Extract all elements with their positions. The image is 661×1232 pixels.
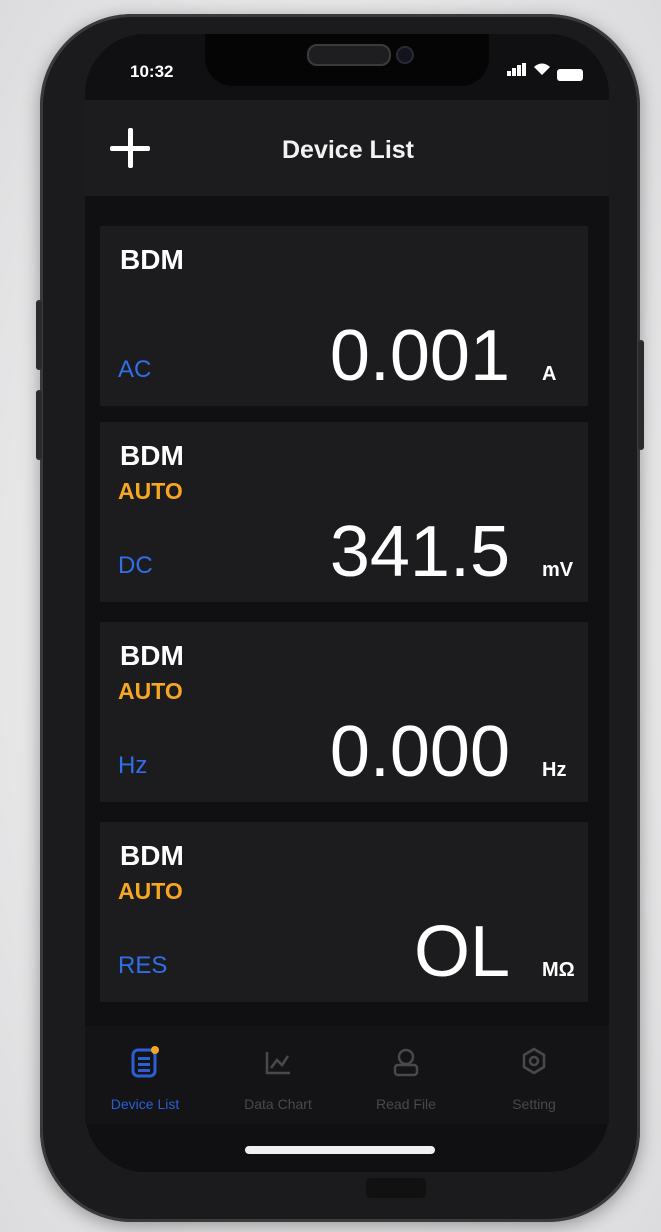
device-name: BDM (120, 640, 184, 671)
range-badge: AUTO (118, 478, 183, 504)
measure-mode: RES (118, 952, 168, 979)
chart-icon (263, 1046, 293, 1078)
volume-button (36, 390, 42, 460)
charging-port (366, 1178, 426, 1198)
reading-unit: A (542, 363, 557, 385)
device-card[interactable]: BDM AUTO DC 341.5 mV (100, 422, 588, 602)
tab-data-chart[interactable]: Data Chart (218, 1030, 338, 1120)
add-device-button[interactable] (108, 126, 154, 172)
device-list-icon (130, 1046, 160, 1078)
power-button (638, 340, 644, 450)
reading-unit: mV (542, 559, 574, 581)
reading-unit: Hz (542, 759, 567, 781)
wifi-icon (533, 63, 551, 81)
tab-label: Data Chart (244, 1096, 312, 1112)
reading-value: OL (413, 912, 510, 992)
tab-setting[interactable]: Setting (474, 1030, 594, 1120)
battery-icon (557, 69, 583, 81)
earpiece-speaker (307, 44, 391, 66)
signal-icon (507, 63, 527, 81)
reading-unit: MΩ (542, 959, 575, 981)
reading-value: 0.000 (329, 712, 510, 792)
range-badge: AUTO (118, 878, 183, 904)
device-card[interactable]: BDM AUTO RES OL MΩ (100, 822, 588, 1002)
tab-device-list[interactable]: Device List (85, 1030, 205, 1120)
device-name: BDM (120, 440, 184, 471)
measure-mode: AC (118, 356, 152, 383)
reading-value: 0.001 (329, 316, 510, 396)
range-badge: AUTO (118, 678, 183, 704)
device-name: BDM (120, 244, 184, 275)
tab-label: Setting (512, 1096, 556, 1112)
reading-value: 341.5 (329, 512, 510, 592)
home-indicator[interactable] (245, 1146, 435, 1154)
measure-mode: Hz (118, 752, 148, 779)
page-title: Device List (281, 136, 414, 164)
device-card[interactable]: BDM AC 0.001 A (100, 226, 588, 406)
measure-mode: DC (118, 552, 153, 579)
tab-label: Device List (110, 1096, 180, 1112)
file-icon (391, 1046, 421, 1078)
status-icons (507, 63, 583, 81)
device-card[interactable]: BDM AUTO Hz 0.000 Hz (100, 622, 588, 802)
volume-button (36, 300, 42, 370)
status-time: 10:32 (130, 62, 174, 81)
tab-read-file[interactable]: Read File (346, 1030, 466, 1120)
front-camera (396, 46, 414, 64)
device-name: BDM (120, 840, 184, 871)
tab-label: Read File (376, 1096, 436, 1112)
gear-icon (519, 1046, 549, 1078)
